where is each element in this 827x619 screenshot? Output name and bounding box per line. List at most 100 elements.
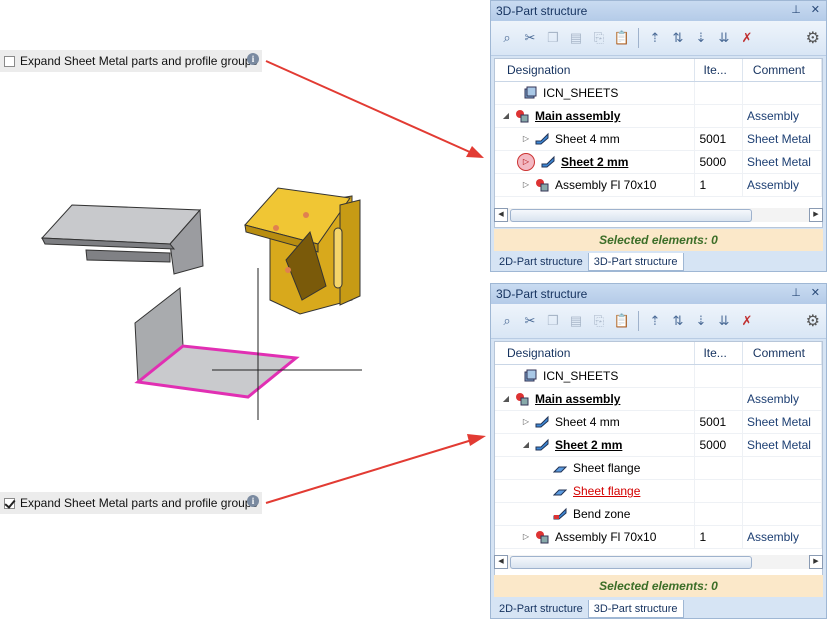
sheet-metal-icon: [541, 155, 555, 168]
copy-icon[interactable]: ❐: [543, 311, 563, 331]
tree-row[interactable]: ◢ Main assembly Assembly: [495, 105, 822, 128]
expand-icon[interactable]: ▷: [521, 174, 531, 196]
column-designation[interactable]: Designation: [495, 59, 696, 81]
tree-row[interactable]: Sheet flange: [495, 480, 822, 503]
tree-row[interactable]: ICN_SHEETS: [495, 365, 822, 388]
row-comment: Sheet Metal: [743, 151, 822, 173]
tree-row[interactable]: Sheet flange: [495, 457, 822, 480]
row-item: 1: [695, 174, 743, 196]
tree-row[interactable]: Bend zone: [495, 503, 822, 526]
pin-icon[interactable]: ⊥: [791, 3, 801, 16]
scroll-right-icon[interactable]: ▶: [809, 555, 823, 569]
sort-items-icon[interactable]: ⇅: [668, 28, 688, 48]
panel-title: 3D-Part structure: [496, 4, 588, 18]
table-header: Designation Ite... Comment: [495, 59, 822, 82]
scroll-right-icon[interactable]: ▶: [809, 208, 823, 222]
part-tree-table: Designation Ite... Comment ICN_SHEETS ◢ …: [494, 341, 823, 577]
sort-number-icon[interactable]: ⇣: [691, 311, 711, 331]
close-icon[interactable]: ✕: [811, 3, 820, 16]
row-label: ICN_SHEETS: [543, 369, 619, 383]
sheet-metal-icon: [535, 438, 549, 451]
tab-2d-part-structure[interactable]: 2D-Part structure: [494, 253, 588, 271]
insert-icon[interactable]: ⎘: [589, 311, 609, 331]
expand-icon[interactable]: ▷: [521, 411, 531, 433]
collapse-icon[interactable]: ◢: [501, 105, 511, 127]
sort-number-icon[interactable]: ⇣: [691, 28, 711, 48]
cut-icon[interactable]: ✂: [520, 311, 540, 331]
row-label: Bend zone: [573, 507, 631, 521]
horizontal-scrollbar[interactable]: ◀ ▶: [494, 207, 823, 223]
panel-title-bar: 3D-Part structure ⊥ ✕: [491, 1, 826, 21]
row-item: [695, 503, 743, 525]
row-item: 1: [695, 526, 743, 548]
insert-icon[interactable]: ⎘: [589, 28, 609, 48]
tree-row[interactable]: ▷ Sheet 4 mm 5001 Sheet Metal: [495, 411, 822, 434]
panel-tabs: 2D-Part structure 3D-Part structure: [494, 253, 684, 271]
panel-tabs: 2D-Part structure 3D-Part structure: [494, 600, 684, 618]
sort-down-icon[interactable]: ⇊: [714, 28, 734, 48]
collapse-icon[interactable]: ◢: [501, 388, 511, 410]
find-icon[interactable]: ⌕: [497, 311, 517, 331]
tree-row[interactable]: ◢ Main assembly Assembly: [495, 388, 822, 411]
collapse-icon[interactable]: ◢: [521, 434, 531, 456]
sort-down-icon[interactable]: ⇊: [714, 311, 734, 331]
part-structure-panel-bottom: 3D-Part structure ⊥ ✕ ⌕ ✂ ❐ ▤ ⎘ 📋 ⇡ ⇅ ⇣ …: [490, 283, 827, 619]
panel-toolbar: ⌕ ✂ ❐ ▤ ⎘ 📋 ⇡ ⇅ ⇣ ⇊ ✗ ⚙: [491, 21, 826, 56]
tab-3d-part-structure[interactable]: 3D-Part structure: [587, 253, 684, 271]
scroll-left-icon[interactable]: ◀: [494, 555, 508, 569]
sort-up-icon[interactable]: ⇡: [645, 28, 665, 48]
column-designation[interactable]: Designation: [495, 342, 696, 364]
paste-icon[interactable]: ▤: [566, 28, 586, 48]
sub-assembly-icon: [536, 531, 549, 544]
row-label: Assembly Fl 70x10: [555, 530, 657, 544]
clipboard-icon[interactable]: 📋: [612, 28, 632, 48]
gear-icon[interactable]: ⚙: [806, 28, 820, 48]
row-item: [695, 457, 743, 479]
row-item: 5001: [695, 128, 743, 150]
bend-zone-icon: [553, 507, 567, 520]
sheet-metal-icon: [535, 415, 549, 428]
row-label: Main assembly: [535, 109, 621, 123]
tree-row[interactable]: ▷ Sheet 2 mm 5000 Sheet Metal: [495, 151, 822, 174]
scroll-thumb[interactable]: [510, 556, 752, 569]
sort-up-icon[interactable]: ⇡: [645, 311, 665, 331]
column-comment[interactable]: Comment: [743, 59, 822, 81]
scroll-left-icon[interactable]: ◀: [494, 208, 508, 222]
sort-items-icon[interactable]: ⇅: [668, 311, 688, 331]
remove-icon[interactable]: ✗: [737, 28, 757, 48]
row-label: Main assembly: [535, 392, 621, 406]
copy-icon[interactable]: ❐: [543, 28, 563, 48]
tree-row[interactable]: ▷ Assembly Fl 70x10 1 Assembly: [495, 526, 822, 549]
table-header: Designation Ite... Comment: [495, 342, 822, 365]
highlighted-expand-icon[interactable]: ▷: [517, 153, 535, 171]
sheet-flange-icon: [553, 489, 567, 496]
pin-icon[interactable]: ⊥: [791, 286, 801, 299]
selection-status: Selected elements: 0: [494, 229, 823, 251]
row-comment: [743, 503, 822, 525]
row-comment: Sheet Metal: [743, 411, 822, 433]
tab-3d-part-structure[interactable]: 3D-Part structure: [587, 600, 684, 618]
remove-icon[interactable]: ✗: [737, 311, 757, 331]
clipboard-icon[interactable]: 📋: [612, 311, 632, 331]
tree-row[interactable]: ▷ Assembly Fl 70x10 1 Assembly: [495, 174, 822, 197]
paste-icon[interactable]: ▤: [566, 311, 586, 331]
column-comment[interactable]: Comment: [743, 342, 822, 364]
column-item[interactable]: Ite...: [695, 59, 743, 81]
column-item[interactable]: Ite...: [695, 342, 743, 364]
cut-icon[interactable]: ✂: [520, 28, 540, 48]
row-item: [695, 82, 743, 104]
tree-row[interactable]: ▷ Sheet 4 mm 5001 Sheet Metal: [495, 128, 822, 151]
close-icon[interactable]: ✕: [811, 286, 820, 299]
panel-toolbar: ⌕ ✂ ❐ ▤ ⎘ 📋 ⇡ ⇅ ⇣ ⇊ ✗ ⚙: [491, 304, 826, 339]
tree-row[interactable]: ICN_SHEETS: [495, 82, 822, 105]
scroll-thumb[interactable]: [510, 209, 752, 222]
tab-2d-part-structure[interactable]: 2D-Part structure: [494, 600, 588, 618]
find-icon[interactable]: ⌕: [497, 28, 517, 48]
assembly-root-icon: [524, 369, 537, 382]
expand-icon[interactable]: ▷: [521, 128, 531, 150]
horizontal-scrollbar[interactable]: ◀ ▶: [494, 554, 823, 570]
tree-row[interactable]: ◢ Sheet 2 mm 5000 Sheet Metal: [495, 434, 822, 457]
row-comment: Assembly: [743, 105, 822, 127]
gear-icon[interactable]: ⚙: [806, 311, 820, 331]
expand-icon[interactable]: ▷: [521, 526, 531, 548]
